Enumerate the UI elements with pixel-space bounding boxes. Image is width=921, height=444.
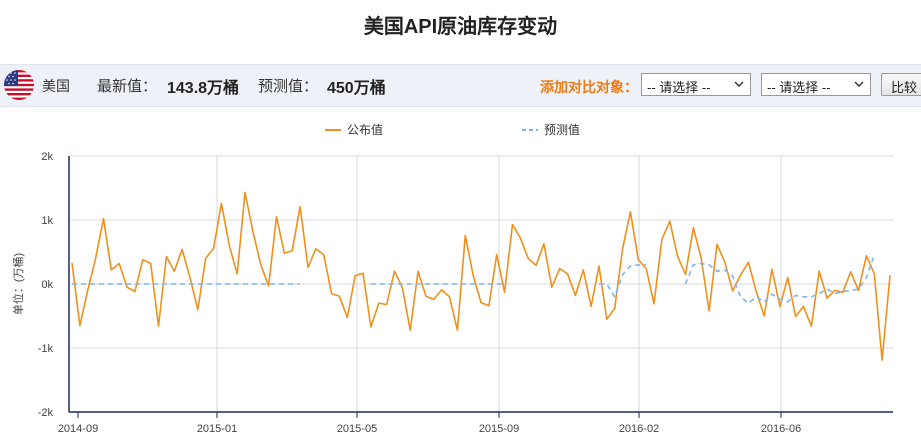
- country-name: 美国: [42, 78, 70, 94]
- x-tick-label: 2016-02: [619, 423, 659, 435]
- chevron-down-icon: [854, 81, 864, 87]
- compare-select-1[interactable]: -- 请选择 --: [641, 73, 751, 96]
- x-tick-label: 2015-05: [337, 423, 377, 435]
- series-published: [71, 191, 891, 361]
- y-tick-label: -1k: [38, 343, 54, 355]
- forecast-value-label: 预测值：: [258, 78, 319, 95]
- compare-label: 添加对比对象：: [540, 79, 638, 95]
- legend-label: 公布值: [347, 122, 383, 137]
- series-forecast: [72, 254, 876, 304]
- compare-select-2[interactable]: -- 请选择 --: [761, 73, 871, 96]
- x-tick-label: 2014-09: [58, 423, 98, 435]
- x-tick-label: 2015-09: [479, 423, 519, 435]
- latest-value-label: 最新值：: [97, 78, 158, 95]
- chart-area: 2k 1k 0k -1k -2k 2014-09 2015-01 2015-05 2015-09…: [11, 122, 893, 435]
- series-line: [684, 254, 876, 304]
- y-tick-label: 1k: [41, 215, 53, 227]
- info-bar: 美国 最新值： 143.8万桶 预测值： 450万桶 添加对比对象： -- 请选…: [0, 64, 921, 107]
- latest-value: 143.8万桶: [167, 80, 240, 97]
- x-tick-label: 2015-01: [197, 423, 237, 435]
- legend-label: 预测值: [544, 122, 580, 137]
- us-flag-icon: [4, 70, 34, 100]
- y-axis-title: 单位：(万桶): [11, 253, 25, 315]
- compare-select-1-value: -- 请选择 --: [647, 80, 711, 95]
- y-tick-label: 2k: [41, 151, 53, 163]
- x-tick-label: 2016-06: [761, 423, 801, 435]
- compare-button[interactable]: 比较: [881, 73, 921, 96]
- series-line: [71, 191, 891, 361]
- y-tick-label: -2k: [38, 407, 54, 419]
- chevron-down-icon: [734, 81, 744, 87]
- compare-select-2-value: -- 请选择 --: [767, 80, 831, 95]
- page-title: 美国API原油库存变动: [363, 16, 558, 38]
- y-tick-label: 0k: [41, 279, 53, 291]
- forecast-value: 450万桶: [327, 80, 386, 97]
